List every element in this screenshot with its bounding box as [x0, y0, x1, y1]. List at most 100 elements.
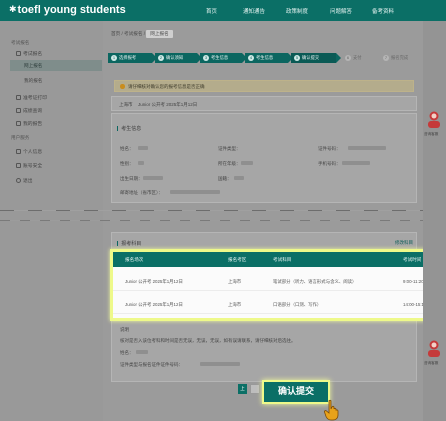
report-icon: [16, 121, 21, 126]
cell-subject: 笔试部分（听力、语言形式与含义、阅读）: [273, 279, 357, 284]
nav-prep[interactable]: 备考资料: [372, 7, 394, 15]
notice-text: 请仔细核对确认您的报考信息是否正确: [128, 84, 205, 89]
step-number: 6: [345, 55, 351, 61]
step-label: 确认须知: [166, 55, 184, 60]
user-icon: [16, 149, 21, 154]
edit-subjects-link[interactable]: 修改科目: [395, 240, 413, 246]
field-name-label: 姓名：: [120, 146, 134, 151]
breadcrumb-exam-registration[interactable]: 考试报名: [124, 31, 142, 36]
notice-banner: 请仔细核对确认您的报考信息是否正确: [114, 80, 414, 92]
section-title-exam: 报考科目: [117, 240, 141, 247]
support-agent-icon[interactable]: [425, 339, 443, 359]
sidebar-item-label: 退出: [23, 179, 33, 184]
nav-notices[interactable]: 通知通告: [243, 7, 265, 15]
redacted-value: [234, 176, 244, 180]
sidebar-item-label: 准考证打印: [23, 96, 47, 101]
sidebar-item-admission-ticket[interactable]: 准考证打印: [16, 94, 47, 101]
cell-session: Junior 公开考 2025年1月12日: [125, 279, 183, 284]
field-nationality-label: 国籍：: [218, 176, 232, 181]
notes-line-3: 证件类型与报名证件证件号码：: [120, 362, 183, 367]
secondary-button[interactable]: [250, 384, 260, 394]
field-address-label: 邮寄地址（省市区）：: [120, 190, 163, 195]
support-agent-icon[interactable]: [425, 110, 443, 130]
brand-logo[interactable]: ✱toefl young students: [9, 4, 126, 16]
field-id-number-label: 证件号码：: [318, 146, 341, 151]
field-grade-label: 所在年级：: [218, 161, 241, 166]
step-3: 3 考生信息: [200, 53, 247, 63]
step-4: 4 考生信息: [245, 53, 293, 63]
redacted-value: [241, 161, 253, 165]
step-1: 1 选择报考: [108, 53, 157, 63]
support-label-1: 咨询客服: [424, 132, 439, 136]
breadcrumb-current: 网上报名: [146, 30, 173, 38]
nav-policies[interactable]: 政策制度: [286, 7, 308, 15]
redacted-value: [348, 146, 386, 150]
sidebar-item-label: 个人信息: [23, 150, 43, 155]
redacted-value: [138, 161, 144, 165]
sidebar-item-label: 账号安全: [23, 164, 43, 169]
field-phone-label: 手机号码：: [318, 161, 341, 166]
redacted-value: [200, 362, 240, 366]
hand-cursor-icon: [324, 399, 339, 421]
sidebar-section-exam: 考试报名: [11, 40, 30, 45]
sidebar: [0, 21, 103, 421]
support-label-2: 咨询客服: [424, 361, 439, 365]
col-session: 报名场次: [125, 257, 144, 262]
section-title-candidate: 考生信息: [117, 125, 141, 132]
breadcrumb: 首页 / 考试报名 / 网上报名: [111, 30, 173, 38]
nav-home[interactable]: 首页: [206, 7, 217, 15]
breadcrumb-separator: /: [121, 31, 123, 36]
nav-faq[interactable]: 问题解答: [330, 7, 352, 15]
divider: [0, 210, 446, 211]
sidebar-item-account-security[interactable]: 账号安全: [16, 162, 42, 169]
step-number: 1: [111, 55, 117, 61]
sidebar-item-report[interactable]: 我的报告: [16, 120, 42, 127]
sidebar-item-my-registration[interactable]: 我的报名: [24, 78, 42, 84]
step-number: 2: [158, 55, 164, 61]
step-number: 7: [383, 55, 389, 61]
redacted-value: [138, 146, 148, 150]
exam-location: 上海市: [119, 102, 133, 107]
ticket-icon: [16, 95, 21, 100]
cell-subject: 口语部分（口测、写作）: [273, 302, 322, 307]
cell-region: 上海市: [228, 302, 242, 307]
sidebar-item-online-registration[interactable]: 网上报名: [10, 60, 102, 71]
sidebar-item-exam-registration[interactable]: 考试报名: [16, 50, 42, 57]
step-2: 2 确认须知: [155, 53, 202, 63]
confirm-submit-button[interactable]: 确认提交: [262, 380, 330, 404]
redacted-value: [170, 190, 220, 194]
notes-line-1: 核对是否入该位考科和时间是否无误，无误，无误，如有误请联系，请仔细核对后选往。: [120, 338, 296, 343]
sidebar-section-user: 用户服务: [11, 135, 30, 140]
cell-region: 上海市: [228, 279, 242, 284]
power-icon: [16, 178, 21, 183]
sidebar-item-label: 成绩查询: [23, 109, 43, 114]
breadcrumb-separator: /: [143, 31, 145, 36]
exam-table: 报名场次 报名考区 考试科目 考试时间 Junior 公开考 2025年1月12…: [110, 249, 440, 321]
divider: [0, 220, 446, 221]
step-number: 4: [248, 55, 254, 61]
sidebar-item-label: 我的报告: [23, 122, 43, 127]
table-row: Junior 公开考 2025年1月12日 上海市 口语部分（口测、写作） 14…: [113, 295, 437, 314]
cell-session: Junior 公开考 2025年1月12日: [125, 302, 183, 307]
breadcrumb-home[interactable]: 首页: [111, 31, 120, 36]
step-5-current: 5 确认提交: [291, 53, 341, 63]
notes-title: 说明: [120, 327, 129, 332]
col-subject: 考试科目: [273, 257, 292, 262]
form-icon: [16, 51, 21, 56]
step-number: 3: [203, 55, 209, 61]
sidebar-item-label: 考试报名: [23, 52, 43, 57]
table-row: Junior 公开考 2025年1月12日 上海市 笔试部分（听力、语言形式与含…: [113, 272, 437, 291]
redacted-value: [342, 161, 370, 165]
chart-icon: [16, 108, 21, 113]
step-6: 6 支付: [342, 53, 377, 63]
redacted-value: [136, 350, 148, 354]
cell-time: 9:00-11:20: [403, 279, 424, 284]
sidebar-item-logout[interactable]: 退出: [16, 177, 33, 184]
lock-icon: [16, 163, 21, 168]
field-id-type-label: 证件类型：: [218, 146, 241, 151]
previous-button[interactable]: 上: [238, 384, 247, 394]
sidebar-item-scores[interactable]: 成绩查询: [16, 107, 42, 114]
col-time: 考试时间: [403, 257, 422, 262]
sidebar-item-personal-info[interactable]: 个人信息: [16, 148, 42, 155]
top-navbar: ✱toefl young students 首页 通知通告 政策制度 问题解答 …: [0, 0, 446, 21]
